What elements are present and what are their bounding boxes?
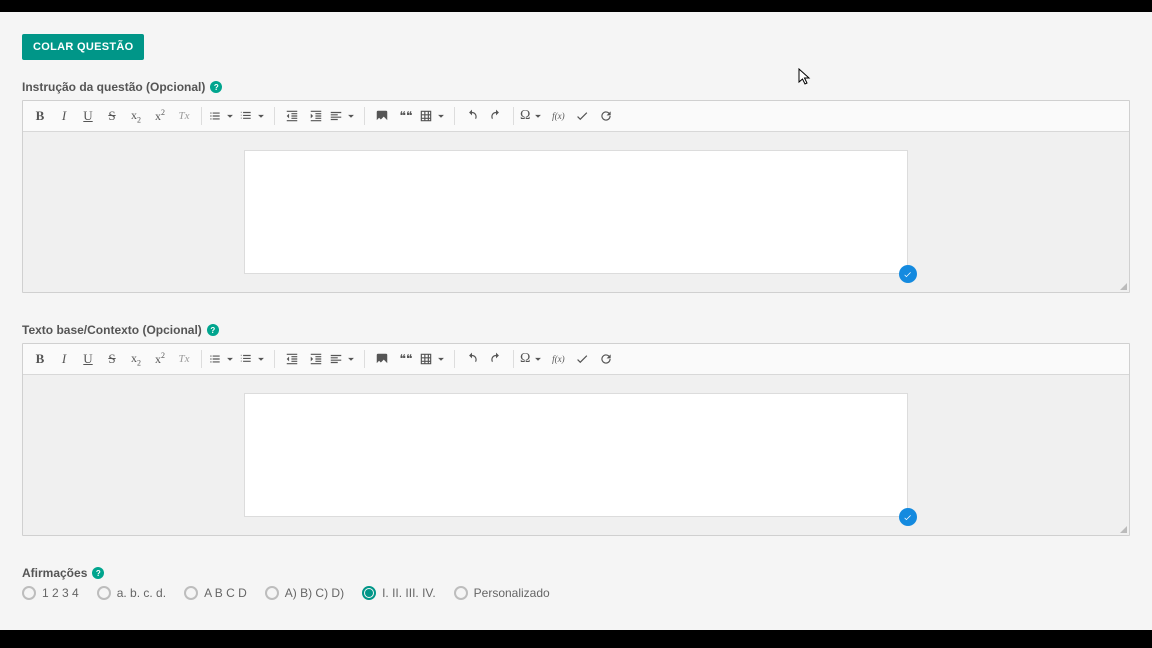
- italic-button[interactable]: I: [53, 348, 75, 370]
- editable-area-contexto[interactable]: [244, 393, 907, 517]
- indent-button[interactable]: [305, 348, 327, 370]
- section-label-instrucao: Instrução da questão (Opcional) ?: [22, 80, 1130, 94]
- toolbar-separator: [274, 350, 275, 368]
- redo-button[interactable]: [485, 105, 507, 127]
- radio-label: A B C D: [204, 586, 247, 600]
- outdent-button[interactable]: [281, 105, 303, 127]
- editor-body-instrucao[interactable]: [23, 132, 1129, 292]
- underline-button[interactable]: U: [77, 105, 99, 127]
- toolbar-separator: [513, 107, 514, 125]
- subscript-button[interactable]: x2: [125, 348, 147, 370]
- quote-button[interactable]: ❝❝: [395, 105, 417, 127]
- window-bottom-bar: [0, 630, 1152, 648]
- bullet-list-button[interactable]: [208, 348, 237, 370]
- radio-label: A) B) C) D): [285, 586, 344, 600]
- help-icon[interactable]: ?: [92, 567, 104, 579]
- superscript-button[interactable]: x2: [149, 105, 171, 127]
- radio-label: I. II. III. IV.: [382, 586, 436, 600]
- help-icon[interactable]: ?: [210, 81, 222, 93]
- check-button[interactable]: [571, 105, 593, 127]
- quote-button[interactable]: ❝❝: [395, 348, 417, 370]
- indent-button[interactable]: [305, 105, 327, 127]
- redo-button[interactable]: [485, 348, 507, 370]
- image-button[interactable]: [371, 105, 393, 127]
- radio-label: 1 2 3 4: [42, 586, 79, 600]
- underline-button[interactable]: U: [77, 348, 99, 370]
- resize-handle[interactable]: [1120, 283, 1127, 290]
- editor-instrucao: BIUSx2x2Tx❝❝Ωf(x): [22, 100, 1130, 293]
- radio-icon: [265, 586, 279, 600]
- radio-label: Personalizado: [474, 586, 550, 600]
- section-label-contexto: Texto base/Contexto (Opcional) ?: [22, 323, 1130, 337]
- radio-icon: [454, 586, 468, 600]
- afirmacoes-option-4[interactable]: I. II. III. IV.: [362, 586, 436, 600]
- bold-button[interactable]: B: [29, 348, 51, 370]
- section-label-afirmacoes: Afirmações ?: [22, 566, 1130, 580]
- afirmacoes-option-1[interactable]: a. b. c. d.: [97, 586, 166, 600]
- paste-question-button[interactable]: COLAR QUESTÃO: [22, 34, 144, 60]
- refresh-button[interactable]: [595, 105, 617, 127]
- toolbar-separator: [454, 107, 455, 125]
- radio-icon: [184, 586, 198, 600]
- contexto-label-text: Texto base/Contexto (Opcional): [22, 323, 202, 337]
- toolbar-contexto: BIUSx2x2Tx❝❝Ωf(x): [23, 344, 1129, 375]
- afirmacoes-option-3[interactable]: A) B) C) D): [265, 586, 344, 600]
- check-badge-icon[interactable]: [899, 508, 917, 526]
- radio-icon: [22, 586, 36, 600]
- toolbar-separator: [454, 350, 455, 368]
- formula-button[interactable]: f(x): [547, 348, 569, 370]
- radio-icon: [97, 586, 111, 600]
- strike-button[interactable]: S: [101, 105, 123, 127]
- check-badge-icon[interactable]: [899, 265, 917, 283]
- toolbar-separator: [274, 107, 275, 125]
- afirmacoes-option-0[interactable]: 1 2 3 4: [22, 586, 79, 600]
- editor-body-contexto[interactable]: [23, 375, 1129, 535]
- italic-button[interactable]: I: [53, 105, 75, 127]
- window-top-bar: [0, 0, 1152, 12]
- undo-button[interactable]: [461, 348, 483, 370]
- number-list-button[interactable]: [239, 348, 268, 370]
- table-button[interactable]: [419, 105, 448, 127]
- omega-button[interactable]: Ω: [520, 348, 545, 370]
- afirmacoes-option-2[interactable]: A B C D: [184, 586, 247, 600]
- toolbar-separator: [364, 107, 365, 125]
- afirmacoes-label-text: Afirmações: [22, 566, 87, 580]
- toolbar-separator: [201, 350, 202, 368]
- clear-format-button[interactable]: Tx: [173, 105, 195, 127]
- resize-handle[interactable]: [1120, 526, 1127, 533]
- strike-button[interactable]: S: [101, 348, 123, 370]
- editable-area-instrucao[interactable]: [244, 150, 907, 274]
- outdent-button[interactable]: [281, 348, 303, 370]
- toolbar-instrucao: BIUSx2x2Tx❝❝Ωf(x): [23, 101, 1129, 132]
- number-list-button[interactable]: [239, 105, 268, 127]
- table-button[interactable]: [419, 348, 448, 370]
- superscript-button[interactable]: x2: [149, 348, 171, 370]
- editor-contexto: BIUSx2x2Tx❝❝Ωf(x): [22, 343, 1130, 536]
- radio-icon: [362, 586, 376, 600]
- bold-button[interactable]: B: [29, 105, 51, 127]
- clear-format-button[interactable]: Tx: [173, 348, 195, 370]
- subscript-button[interactable]: x2: [125, 105, 147, 127]
- check-button[interactable]: [571, 348, 593, 370]
- formula-button[interactable]: f(x): [547, 105, 569, 127]
- bullet-list-button[interactable]: [208, 105, 237, 127]
- undo-button[interactable]: [461, 105, 483, 127]
- image-button[interactable]: [371, 348, 393, 370]
- toolbar-separator: [201, 107, 202, 125]
- toolbar-separator: [364, 350, 365, 368]
- help-icon[interactable]: ?: [207, 324, 219, 336]
- refresh-button[interactable]: [595, 348, 617, 370]
- toolbar-separator: [513, 350, 514, 368]
- afirmacoes-options-row: 1 2 3 4 a. b. c. d. A B C D A) B) C) D) I. I…: [22, 586, 1130, 600]
- omega-button[interactable]: Ω: [520, 105, 545, 127]
- afirmacoes-option-5[interactable]: Personalizado: [454, 586, 550, 600]
- align-button[interactable]: [329, 348, 358, 370]
- radio-label: a. b. c. d.: [117, 586, 166, 600]
- align-button[interactable]: [329, 105, 358, 127]
- instrucao-label-text: Instrução da questão (Opcional): [22, 80, 205, 94]
